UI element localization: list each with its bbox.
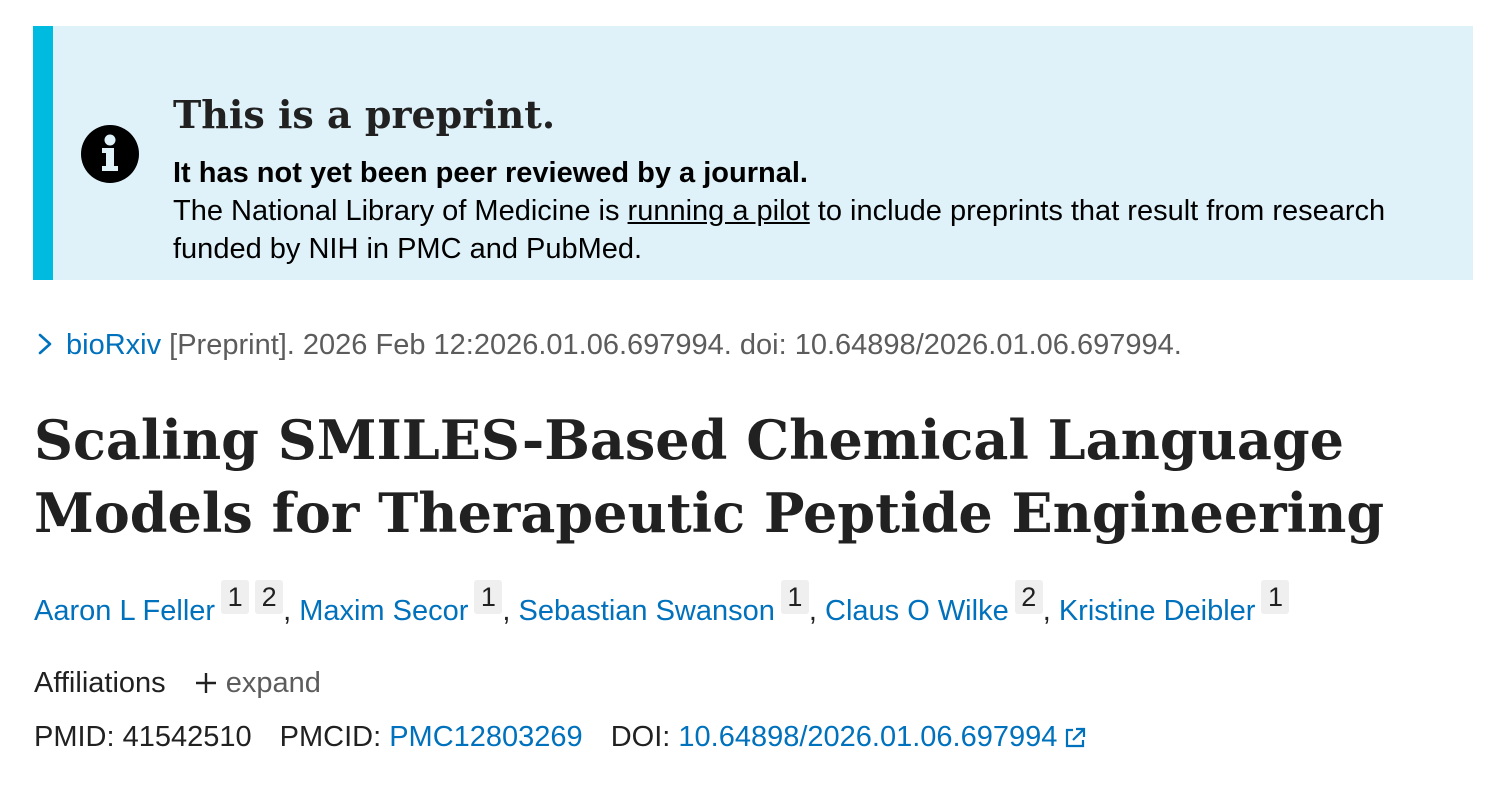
banner-subtitle: It has not yet been peer reviewed by a j… — [173, 157, 808, 189]
author-list: Aaron L Feller 1 2, Maxim Secor 1, Sebastia… — [34, 580, 1290, 641]
affiliation-badge[interactable]: 1 — [1261, 580, 1290, 614]
author-link[interactable]: Sebastian Swanson — [519, 595, 775, 627]
affiliations-row: Affiliations expand — [34, 664, 321, 702]
pmid-label: PMID: — [34, 721, 123, 753]
preprint-banner: This is a preprint. It has not yet been … — [33, 26, 1473, 280]
external-link-icon — [1066, 727, 1086, 748]
doi-value: 10.64898/2026.01.06.697994 — [678, 721, 1058, 753]
plus-icon — [195, 673, 216, 693]
running-pilot-link[interactable]: running a pilot — [628, 195, 810, 227]
affiliation-badge[interactable]: 1 — [780, 580, 809, 614]
doi-label: DOI: — [610, 721, 679, 753]
affiliations-label: Affiliations — [34, 667, 166, 699]
affiliation-badge[interactable]: 2 — [255, 580, 284, 614]
author-link[interactable]: Kristine Deibler — [1059, 595, 1256, 627]
author-separator: , — [283, 595, 300, 627]
author-separator: , — [502, 595, 519, 627]
pmcid-label: PMCID: — [279, 721, 390, 753]
author-link[interactable]: Claus O Wilke — [825, 595, 1009, 627]
pmid-value: 41542510 — [122, 721, 252, 753]
pmcid-link[interactable]: PMC12803269 — [389, 721, 582, 753]
banner-body: The National Library of Medicine is runn… — [173, 192, 1443, 268]
identifiers-row: PMID: 41542510 PMCID: PMC12803269 DOI: 10.… — [34, 718, 1087, 756]
banner-body-prefix: The National Library of Medicine is — [173, 195, 628, 227]
affiliation-badge[interactable]: 2 — [1014, 580, 1043, 614]
article-title: Scaling SMILES-Based Chemical Language M… — [34, 408, 1385, 545]
author-separator: , — [808, 595, 825, 627]
author-link[interactable]: Aaron L Feller — [34, 595, 215, 627]
affiliation-badge[interactable]: 1 — [221, 580, 250, 614]
affiliation-badge[interactable]: 1 — [474, 580, 503, 614]
info-icon — [81, 125, 139, 183]
citation-details: [Preprint]. 2026 Feb 12:2026.01.06.69799… — [161, 329, 1182, 361]
chevron-right-icon[interactable] — [34, 332, 56, 356]
expand-label: expand — [225, 667, 321, 699]
banner-title: This is a preprint. — [173, 92, 556, 137]
author-separator: , — [1042, 595, 1059, 627]
author-link[interactable]: Maxim Secor — [299, 595, 468, 627]
affiliations-expand-button[interactable]: expand — [194, 667, 321, 699]
doi-link[interactable]: 10.64898/2026.01.06.697994 — [678, 721, 1087, 753]
citation-line: bioRxiv [Preprint]. 2026 Feb 12:2026.01.… — [34, 326, 1182, 364]
journal-link[interactable]: bioRxiv — [66, 329, 161, 361]
